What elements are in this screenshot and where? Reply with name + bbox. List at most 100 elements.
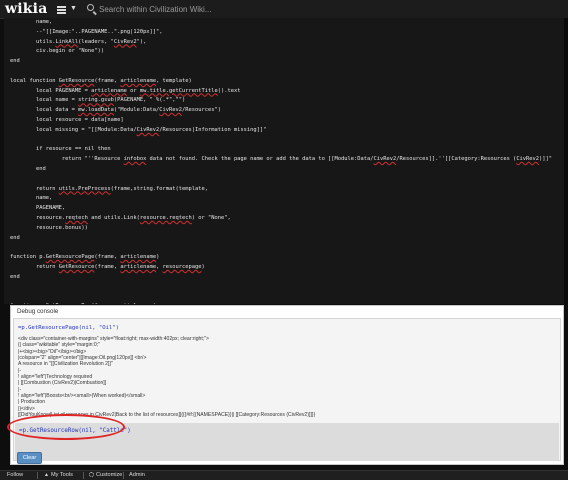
code-token: return	[10, 263, 59, 270]
code-line: return utils.PreProcess(frame,string.for…	[10, 185, 564, 195]
code-token: GetResourcePage	[45, 254, 95, 261]
code-token: ("Module:Data/	[113, 107, 160, 114]
code-token: utils.PreProcess	[58, 185, 111, 192]
code-token: ().text	[217, 87, 241, 94]
wikia-global-nav: wikia ▼	[0, 0, 568, 19]
code-token: (frame,string.format(template,	[110, 185, 208, 192]
code-token: )	[156, 254, 160, 261]
hamburger-icon	[57, 6, 66, 14]
code-token: articlename	[120, 263, 157, 270]
debug-output-text: <div class="container-with-margins" styl…	[18, 336, 315, 418]
code-token: if resource == nil then	[10, 146, 111, 153]
code-token: /Resources")	[182, 107, 221, 114]
debug-console-title: Debug console	[17, 308, 59, 315]
code-token: (PAGENAME, " %(.*","")	[113, 97, 186, 104]
search-input[interactable]	[99, 2, 279, 16]
code-token: mw.loadData	[78, 107, 114, 114]
code-line: local data = mw.loadData("Module:Data/Ci…	[10, 106, 564, 116]
code-token: --"[[Image:"..PAGENAME..".png|120px]]",	[10, 28, 163, 35]
code-token: end	[10, 273, 20, 280]
code-token: civ.begin or "None"))	[10, 48, 105, 55]
code-token: CivRev2	[113, 38, 137, 45]
code-token: CivRev2	[373, 156, 397, 163]
code-token: articlename	[117, 303, 153, 304]
code-token: and utils.Link(	[87, 214, 140, 221]
code-token: )	[201, 263, 205, 270]
code-token: reqtech	[65, 214, 88, 221]
code-token: string.gsub	[78, 97, 114, 104]
code-token: infobox	[123, 156, 147, 163]
code-token: (frame,	[94, 263, 121, 270]
clear-button[interactable]: Clear	[17, 452, 42, 464]
code-token: CivRev2	[136, 126, 160, 133]
wikia-logo[interactable]: wikia	[5, 0, 47, 18]
code-token: )	[153, 303, 156, 304]
code-line: end	[10, 57, 564, 67]
code-token: or	[126, 87, 140, 94]
code-listing: name, --"[[Image:"..PAGENAME..".png|120p…	[4, 18, 564, 304]
toolbar-divider	[37, 472, 38, 479]
code-line: function p.GetResourcePage(frame, articl…	[10, 253, 564, 263]
code-token: articlename	[120, 77, 157, 84]
code-line: return "''Resource infobox data not foun…	[10, 155, 564, 165]
code-line: civ.begin or "None"))	[10, 47, 564, 57]
code-token: local resource = data[name]	[10, 116, 124, 123]
toolbar-divider	[83, 472, 84, 479]
code-token: utils.	[10, 38, 56, 45]
code-token: "),	[136, 38, 147, 45]
code-token: (leaders, "	[78, 38, 114, 45]
code-line: local name = string.gsub(PAGENAME, " %(.…	[10, 96, 564, 106]
code-token: local PAGENAME =	[10, 87, 92, 94]
code-line: local function GetResource(frame, articl…	[10, 77, 564, 87]
code-token: name,	[10, 195, 53, 202]
search-icon[interactable]	[87, 4, 94, 11]
code-token: function p.	[10, 303, 46, 304]
gear-icon	[89, 472, 94, 478]
code-token: mw.title.getCurrentTitle	[139, 87, 218, 94]
code-token: (frame,	[91, 303, 117, 304]
menu-button[interactable]: ▼	[57, 2, 81, 16]
code-token: CivRev2	[516, 156, 540, 163]
debug-previous-command: =p.GetResourcePage(nil, "Oil")	[18, 325, 120, 331]
code-token: local data =	[10, 107, 79, 114]
code-line: local missing = "[[Module:Data/CivRev2/R…	[10, 126, 564, 136]
code-line: resource.bonus))	[10, 224, 564, 234]
code-token: articlename	[120, 254, 157, 261]
code-line: end	[10, 234, 564, 244]
debug-console: Debug console =p.GetResourcePage(nil, "O…	[10, 305, 564, 465]
code-token: resourcepage	[162, 263, 202, 270]
code-token: (frame,	[94, 77, 121, 84]
code-line: utils.LinkAll(leaders, "CivRev2"),	[10, 38, 564, 48]
code-token: end	[10, 234, 20, 241]
code-token: )]]"	[539, 156, 553, 163]
chevron-down-icon: ▼	[70, 5, 77, 12]
toolbar-customize-label: Customize	[96, 472, 123, 478]
toolbar-divider	[123, 472, 124, 479]
code-token: resource.bonus))	[10, 224, 88, 231]
code-token: (frame,	[94, 254, 121, 261]
highlight-ellipse-annotation	[7, 414, 125, 440]
code-line: if resource == nil then	[10, 145, 564, 155]
search-box	[85, 2, 285, 16]
code-token: resource.reqtech	[139, 214, 192, 221]
lua-code-view: name, --"[[Image:"..PAGENAME..".png|120p…	[4, 18, 564, 304]
code-token: name,	[10, 19, 53, 25]
code-token: local function	[10, 77, 59, 84]
code-line: end	[10, 273, 564, 283]
page-scrollbar[interactable]	[564, 18, 568, 304]
code-token: /Resources|Information missing]]"	[159, 126, 267, 133]
code-line: return GetResource(frame, articlename, r…	[10, 263, 564, 273]
code-line: name,	[10, 194, 564, 204]
code-token: return	[10, 185, 59, 192]
code-token: data not found. Check the page name or a…	[146, 156, 374, 163]
code-token: GetResource	[58, 263, 95, 270]
code-line: local resource = data[name]	[10, 116, 564, 126]
code-token: return "''Resource	[10, 156, 124, 163]
code-token: PAGENAME,	[10, 205, 66, 212]
code-token: articlename	[91, 87, 127, 94]
toolbar-my-tools-label: My Tools	[50, 472, 73, 478]
